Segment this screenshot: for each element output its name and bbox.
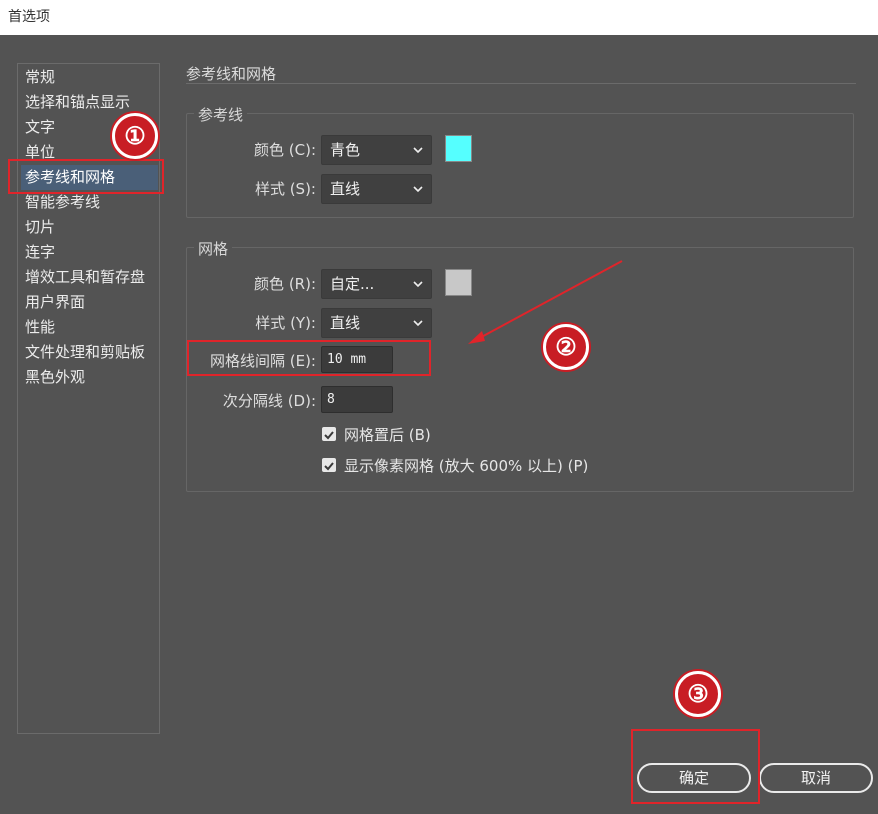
guides-style-label: 样式 (S):	[254, 180, 316, 198]
guides-color-swatch[interactable]	[445, 135, 472, 162]
grid-color-value: 自定...	[330, 275, 375, 293]
cancel-button[interactable]: 取消	[759, 763, 873, 793]
grids-in-back-checkbox[interactable]	[322, 427, 336, 441]
pixel-grid-label[interactable]: 显示像素网格 (放大 600% 以上) (P)	[344, 455, 588, 476]
guides-style-value: 直线	[330, 180, 361, 198]
guides-color-value: 青色	[330, 141, 361, 159]
sidebar-item-file-handling-clipboard[interactable]: 文件处理和剪贴板	[21, 340, 158, 365]
chevron-down-icon	[413, 281, 423, 288]
grid-style-value: 直线	[330, 314, 361, 332]
section-divider	[186, 83, 856, 84]
sidebar-item-selection-anchor-display[interactable]: 选择和锚点显示	[21, 90, 158, 115]
chevron-down-icon	[413, 147, 423, 154]
sidebar-item-hyphenation[interactable]: 连字	[21, 240, 158, 265]
sidebar-item-performance[interactable]: 性能	[21, 315, 158, 340]
grid-group-title: 网格	[194, 238, 233, 259]
grid-style-select[interactable]: 直线	[321, 308, 432, 338]
chevron-down-icon	[413, 186, 423, 193]
subdivisions-input[interactable]: 8	[321, 386, 393, 413]
highlight-box-sidebar	[8, 159, 164, 194]
chevron-down-icon	[413, 320, 423, 327]
subdivisions-label: 次分隔线 (D):	[222, 392, 316, 410]
highlight-box-ok	[631, 729, 760, 804]
highlight-box-gridline	[187, 340, 431, 376]
guides-style-select[interactable]: 直线	[321, 174, 432, 204]
checkmark-icon	[324, 462, 334, 471]
section-title: 参考线和网格	[186, 65, 277, 83]
guides-group	[186, 113, 854, 218]
grid-color-label: 颜色 (R):	[254, 275, 316, 293]
step-badge-1: ①	[112, 113, 158, 159]
sidebar-item-black-appearance[interactable]: 黑色外观	[21, 365, 158, 390]
pixel-grid-checkbox[interactable]	[322, 458, 336, 472]
sidebar-item-slices[interactable]: 切片	[21, 215, 158, 240]
grid-color-select[interactable]: 自定...	[321, 269, 432, 299]
checkmark-icon	[324, 431, 334, 440]
sidebar-item-user-interface[interactable]: 用户界面	[21, 290, 158, 315]
grids-in-back-label[interactable]: 网格置后 (B)	[344, 424, 431, 445]
grid-style-label: 样式 (Y):	[255, 314, 316, 332]
window-title: 首选项	[0, 0, 878, 35]
step-badge-3: ③	[675, 671, 721, 717]
sidebar-item-plugins-scratch-disks[interactable]: 增效工具和暂存盘	[21, 265, 158, 290]
step-badge-2: ②	[543, 324, 589, 370]
sidebar-item-general[interactable]: 常规	[21, 65, 158, 90]
guides-group-title: 参考线	[194, 104, 248, 125]
guides-color-select[interactable]: 青色	[321, 135, 432, 165]
guides-color-label: 颜色 (C):	[254, 141, 316, 159]
